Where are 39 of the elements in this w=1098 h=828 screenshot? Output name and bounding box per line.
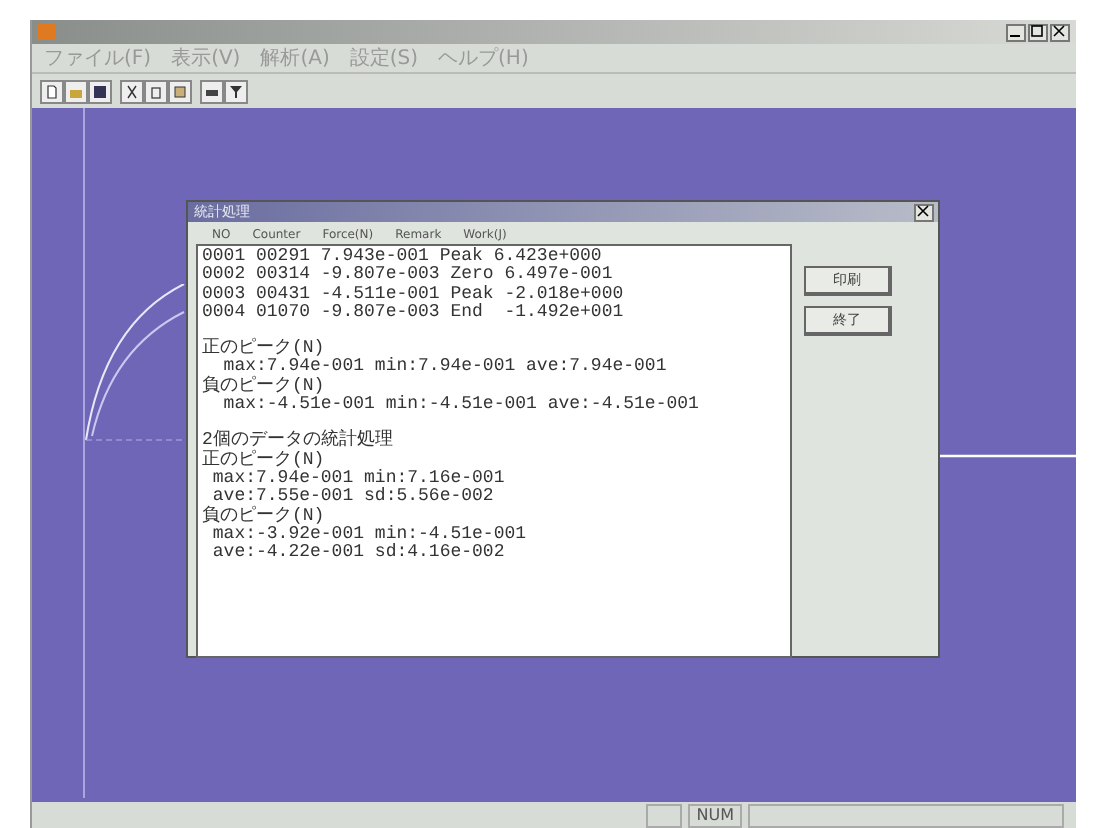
maximize-button[interactable]	[1028, 23, 1048, 41]
result-line: 負のピーク(N)	[202, 377, 325, 396]
result-line: 2個のデータの統計処理	[202, 432, 395, 451]
app-icon	[38, 24, 56, 40]
result-line: 0004 01070 -9.807e-003 End -1.492e+001	[202, 303, 626, 323]
close-icon	[916, 204, 932, 220]
result-line: ave:-4.22e-001 sd:4.16e-002	[210, 544, 507, 563]
result-line: ave:7.55e-001 sd:5.56e-002	[212, 488, 496, 507]
toolbar-button[interactable]	[88, 79, 112, 103]
toolbar-button[interactable]	[224, 79, 248, 103]
dialog-close-button[interactable]	[914, 203, 934, 221]
maximize-icon	[1030, 24, 1046, 40]
copy-icon	[148, 83, 164, 99]
result-line: max:7.94e-001 min:7.94e-001 ave:7.94e-001	[221, 358, 669, 377]
result-line: max:-4.51e-001 min:-4.51e-001 ave:-4.51e-001	[221, 396, 701, 415]
result-line: 0003 00431 -4.511e-001 Peak -2.018e+000	[202, 285, 626, 304]
result-line: 正のピーク(N)	[202, 340, 325, 359]
result-line: 0001 00291 7.943e-001 Peak 6.423e+000	[202, 248, 604, 266]
result-line: 負のピーク(N)	[202, 507, 325, 526]
close-icon	[1052, 24, 1068, 40]
results-text-area[interactable]	[196, 244, 792, 658]
menu-item[interactable]: ヘルプ(H)	[438, 44, 529, 72]
result-line: 正のピーク(N)	[202, 451, 327, 470]
minimize-button[interactable]	[1006, 23, 1026, 41]
scissors-icon	[124, 83, 140, 99]
status-panel: NUM	[688, 803, 742, 827]
new-file-icon	[44, 83, 60, 99]
close-button[interactable]	[1050, 23, 1070, 41]
result-line: max:7.94e-001 min:7.16e-001	[210, 469, 507, 488]
menu-item[interactable]: 設定(S)	[349, 44, 419, 72]
funnel-icon	[228, 83, 244, 99]
menu-item[interactable]: 解析(A)	[260, 44, 330, 72]
result-line: 0002 00314 -9.807e-003 Zero 6.497e-001	[202, 266, 615, 285]
result-line: max:-3.92e-001 min:-4.51e-001	[210, 525, 529, 544]
status-panel	[646, 803, 683, 827]
toolbar-button[interactable]	[200, 79, 224, 103]
menu-item[interactable]: 表示(V)	[171, 44, 241, 72]
menu-item[interactable]: ファイル(F)	[44, 44, 152, 72]
toolbar-button[interactable]	[120, 79, 144, 103]
